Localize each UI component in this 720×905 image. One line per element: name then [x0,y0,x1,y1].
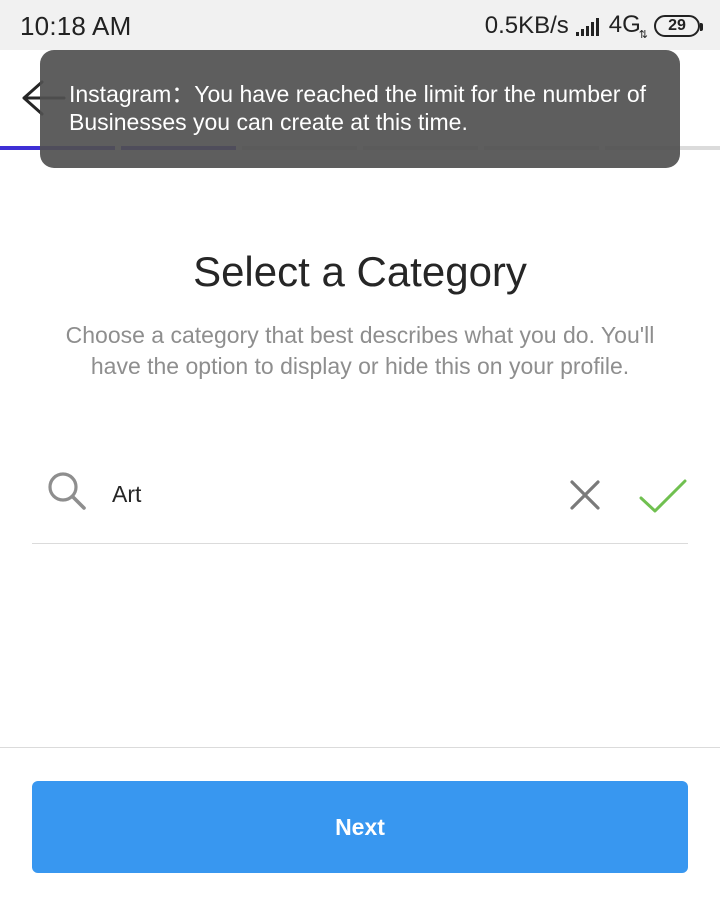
network-speed: 0.5KB/s [484,12,569,39]
toast-message: Instagram：You have reached the limit for… [69,81,647,135]
network-type: 4G⇅ [609,11,648,41]
battery-level: 29 [668,17,686,34]
search-icon [48,472,86,510]
status-time: 10:18 AM [20,11,132,41]
category-search-row [32,458,688,544]
footer-divider [0,747,720,748]
next-button[interactable]: Next [32,781,688,873]
close-icon[interactable] [568,478,602,512]
data-arrows-icon: ⇅ [638,29,648,41]
category-search-input[interactable] [110,472,554,516]
battery-icon: 29 [654,15,703,37]
checkmark-icon[interactable] [638,478,688,514]
status-bar: 10:18 AM 0.5KB/s 4G⇅ 29 [0,0,720,50]
toast-notification: Instagram：You have reached the limit for… [40,50,680,168]
signal-bars-icon [575,18,599,36]
status-indicators: 0.5KB/s 4G⇅ 29 [484,10,703,42]
page-subtitle: Choose a category that best describes wh… [65,322,655,379]
page-title: Select a Category [193,248,527,295]
network-type-label: 4G [608,11,641,38]
